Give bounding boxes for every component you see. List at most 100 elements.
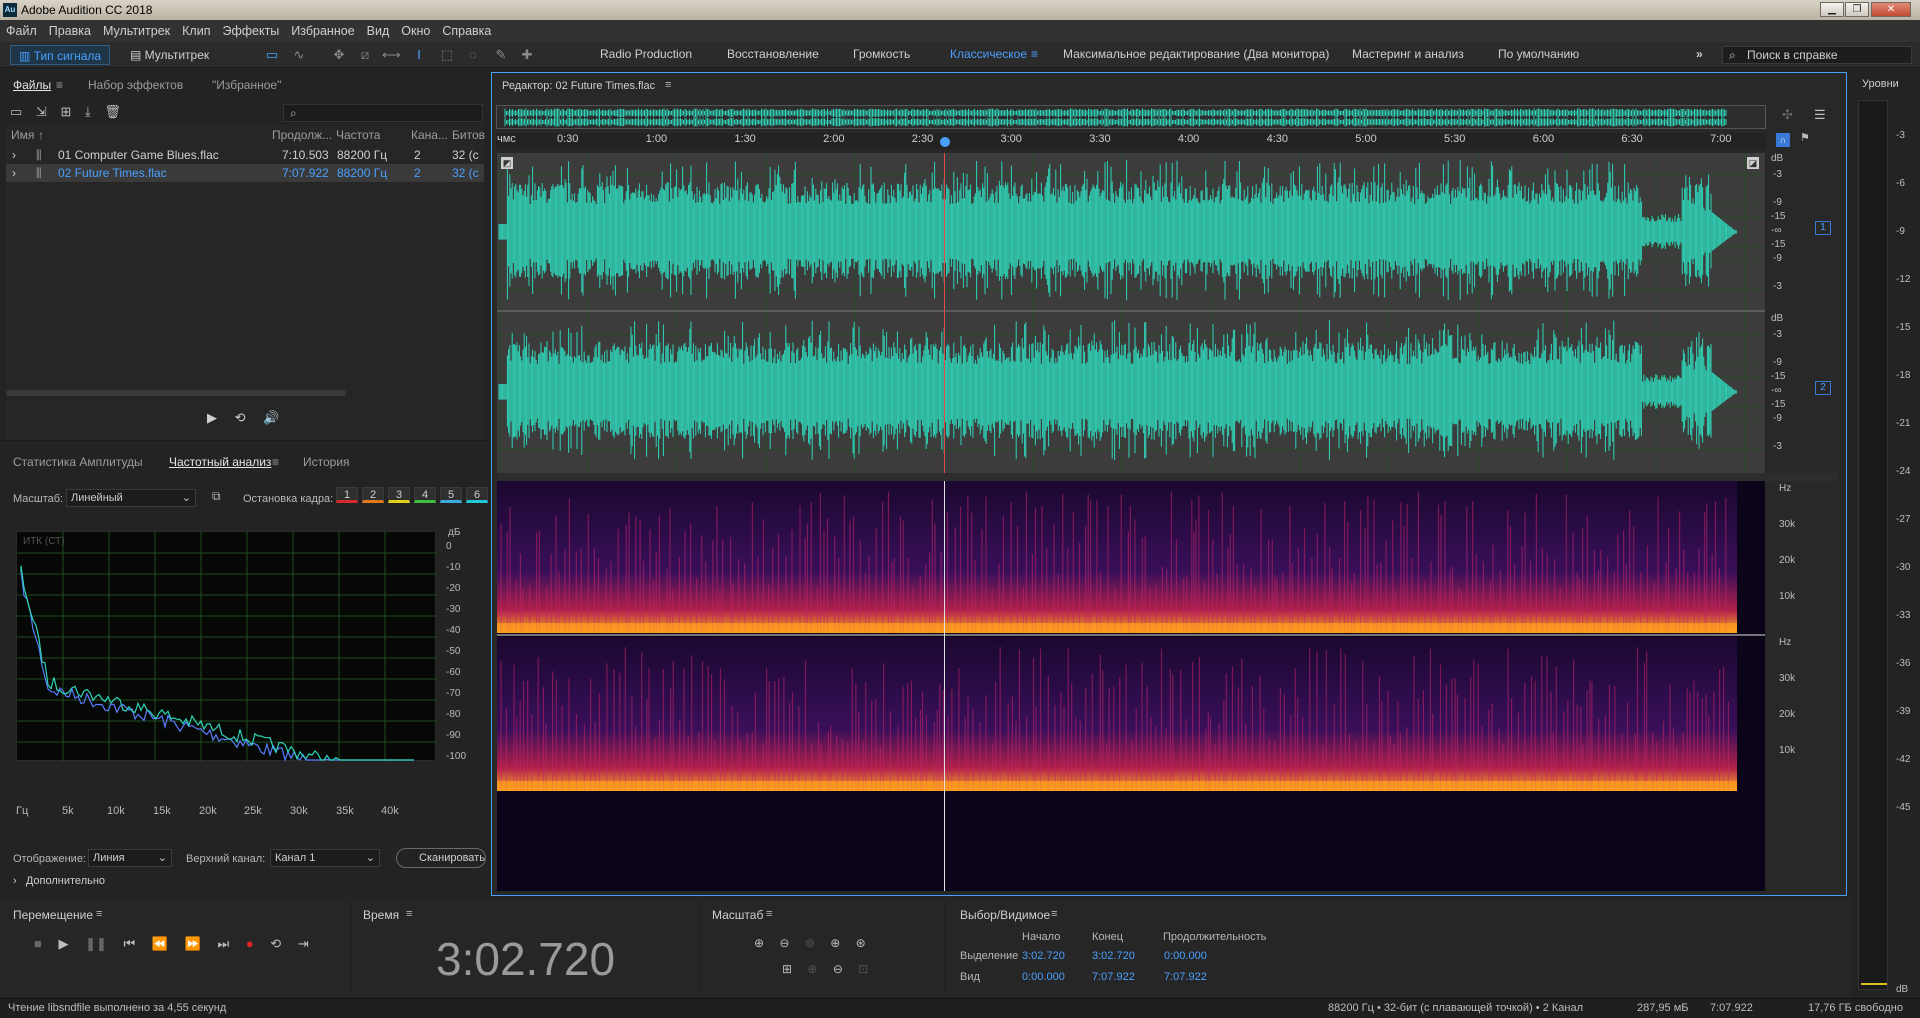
workspace-radio-production[interactable]: Radio Production <box>600 47 692 61</box>
workspace-default[interactable]: По умолчанию <box>1498 47 1579 61</box>
rewind-icon[interactable]: ⏪ <box>152 936 168 951</box>
tab-favorites[interactable]: "Избранное" <box>212 78 281 92</box>
stop-icon[interactable]: ■ <box>34 936 42 951</box>
col-bits[interactable]: Битов <box>452 126 485 144</box>
workspace-menu-icon[interactable]: ≡ <box>1031 47 1038 61</box>
freeze-button-4[interactable]: 4 <box>414 487 436 503</box>
zoom-in-amplitude-icon[interactable]: ⊕ <box>754 936 764 950</box>
freeze-button-6[interactable]: 6 <box>466 487 488 503</box>
view-start-field[interactable]: 0:00.000 <box>1022 971 1065 983</box>
menu-file[interactable]: Файл <box>0 20 43 42</box>
pause-icon[interactable]: ❚❚ <box>85 936 107 951</box>
workspace-classic[interactable]: Классическое <box>950 47 1027 61</box>
freeze-button-2[interactable]: 2 <box>362 487 384 503</box>
col-channels[interactable]: Кана... <box>411 126 448 144</box>
fast-forward-icon[interactable]: ⏩ <box>185 936 201 951</box>
play-preview-icon[interactable]: ▶ <box>207 410 217 425</box>
channel-select[interactable]: Канал 1 ⌄ <box>270 849 380 867</box>
view-end-field[interactable]: 7:07.922 <box>1092 971 1135 983</box>
waveform-area[interactable]: ◩ ◪ <box>497 153 1765 473</box>
skip-selection-icon[interactable]: ⇥ <box>298 936 309 951</box>
col-name[interactable]: Имя <box>11 126 34 144</box>
overview-strip[interactable] <box>496 105 1766 129</box>
menu-multitrack[interactable]: Мультитрек <box>97 20 176 42</box>
panel-menu-icon[interactable]: ≡ <box>1051 908 1057 920</box>
zoom-out-full-icon[interactable]: ⊞ <box>782 962 792 976</box>
maximize-button[interactable]: ❐ <box>1845 2 1869 17</box>
zoom-fit-icon[interactable]: ⊡ <box>858 962 868 976</box>
tab-amplitude-stats[interactable]: Статистика Амплитуды <box>13 455 143 469</box>
lasso-tool-icon[interactable]: ◌ <box>464 46 482 64</box>
open-folder-icon[interactable]: ▭ <box>10 104 22 119</box>
freeze-button-3[interactable]: 3 <box>388 487 410 503</box>
tab-files[interactable]: Файлы <box>13 78 51 92</box>
tab-effects-rack[interactable]: Набор эффектов <box>88 78 183 92</box>
auto-play-icon[interactable]: 🔊 <box>263 410 279 425</box>
zoom-out-amplitude-icon[interactable]: ⊖ <box>779 936 789 950</box>
zoom-selection-icon[interactable]: ⊛ <box>856 936 866 950</box>
panel-menu-icon[interactable]: ≡ <box>96 908 102 920</box>
new-file-icon[interactable]: ⊞ <box>60 104 71 119</box>
freeze-button-5[interactable]: 5 <box>440 487 462 503</box>
waveform-mode-button[interactable]: ▥ Тип сигнала <box>10 45 111 65</box>
loop-icon[interactable]: ⟲ <box>270 936 281 951</box>
panel-menu-icon[interactable]: ≡ <box>665 79 671 91</box>
files-scrollbar[interactable] <box>6 390 346 396</box>
tab-history[interactable]: История <box>303 455 350 469</box>
slip-tool-icon[interactable]: ⟷ <box>382 46 401 64</box>
zoom-in-point-icon[interactable]: ⊕ <box>807 962 817 976</box>
go-to-start-icon[interactable]: ⏮ <box>124 936 136 951</box>
marquee-tool-icon[interactable]: ⬚ <box>438 46 456 64</box>
file-row-selected[interactable]: › ⫼ 02 Future Times.flac 7:07.922 88200 … <box>6 164 484 182</box>
spectral-view-icon[interactable]: ∿ <box>290 46 308 64</box>
selection-start-field[interactable]: 3:02.720 <box>1022 950 1065 962</box>
time-ruler[interactable]: чмс 0:30 1:00 1:30 2:00 2:30 3:00 3:30 4:00 4:30… <box>496 133 1766 149</box>
workspace-restoration[interactable]: Восстановление <box>727 47 819 61</box>
spot-healing-tool-icon[interactable]: ✚ <box>518 46 536 64</box>
workspace-loudness[interactable]: Громкость <box>853 47 910 61</box>
play-icon[interactable]: ▶ <box>58 936 68 951</box>
scan-button[interactable]: Сканировать <box>396 848 486 868</box>
zoom-reset-icon[interactable]: ⊚ <box>805 936 815 950</box>
scale-select[interactable]: Линейный ⌄ <box>66 489 196 507</box>
panel-menu-icon[interactable]: ≡ <box>272 455 279 469</box>
snapshot-icon[interactable]: ⧉ <box>212 489 221 504</box>
fade-in-handle-icon[interactable]: ◩ <box>501 157 513 169</box>
close-button[interactable]: ✕ <box>1871 2 1911 17</box>
time-selection-tool-icon[interactable]: I <box>410 46 428 64</box>
help-search-input[interactable]: ⌕ Поиск в справке <box>1722 46 1912 64</box>
waveform-view-icon[interactable]: ▭ <box>263 46 281 64</box>
workspace-dual-monitor[interactable]: Максимальное редактирование (Два монитор… <box>1063 47 1329 61</box>
minimize-button[interactable]: ▁ <box>1820 2 1844 17</box>
menu-clip[interactable]: Клип <box>176 20 216 42</box>
freeze-button-1[interactable]: 1 <box>336 487 358 503</box>
tab-frequency-analysis[interactable]: Частотный анализ <box>169 455 271 469</box>
overview-menu-icon[interactable]: ☰ <box>1814 107 1826 123</box>
channel-1-toggle[interactable]: 1 <box>1815 221 1831 235</box>
panel-menu-icon[interactable]: ≡ <box>56 78 63 92</box>
advanced-toggle[interactable]: › Дополнительно <box>13 875 105 887</box>
menu-help[interactable]: Справка <box>436 20 497 42</box>
expand-icon[interactable]: › <box>12 146 16 164</box>
panel-menu-icon[interactable]: ≡ <box>406 908 412 920</box>
workspace-mastering[interactable]: Мастеринг и анализ <box>1352 47 1464 61</box>
zoom-in-time-icon[interactable]: ⊕ <box>830 936 840 950</box>
insert-icon[interactable]: ⤓ <box>85 104 91 119</box>
col-duration[interactable]: Продолж... <box>272 126 332 144</box>
selection-end-field[interactable]: 3:02.720 <box>1092 950 1135 962</box>
col-rate[interactable]: Частота <box>336 126 380 144</box>
menu-view[interactable]: Вид <box>361 20 396 42</box>
view-duration-field[interactable]: 7:07.922 <box>1164 971 1207 983</box>
fade-out-handle-icon[interactable]: ◪ <box>1747 157 1759 169</box>
zoom-out-point-icon[interactable]: ⊖ <box>833 962 843 976</box>
files-filter-input[interactable]: ⌕ <box>283 104 483 122</box>
snap-icon[interactable]: ∩ <box>1776 133 1790 147</box>
selection-duration-field[interactable]: 0:00.000 <box>1164 950 1207 962</box>
razor-tool-icon[interactable]: ⧄ <box>356 46 374 64</box>
record-icon[interactable]: ● <box>246 936 254 951</box>
menu-favorites[interactable]: Избранное <box>285 20 360 42</box>
playhead-handle[interactable] <box>940 137 950 147</box>
move-tool-icon[interactable]: ✥ <box>330 46 348 64</box>
file-row[interactable]: › ⫼ 01 Computer Game Blues.flac 7:10.503… <box>6 146 484 164</box>
multitrack-mode-button[interactable]: ▤ Мультитрек <box>122 45 217 65</box>
